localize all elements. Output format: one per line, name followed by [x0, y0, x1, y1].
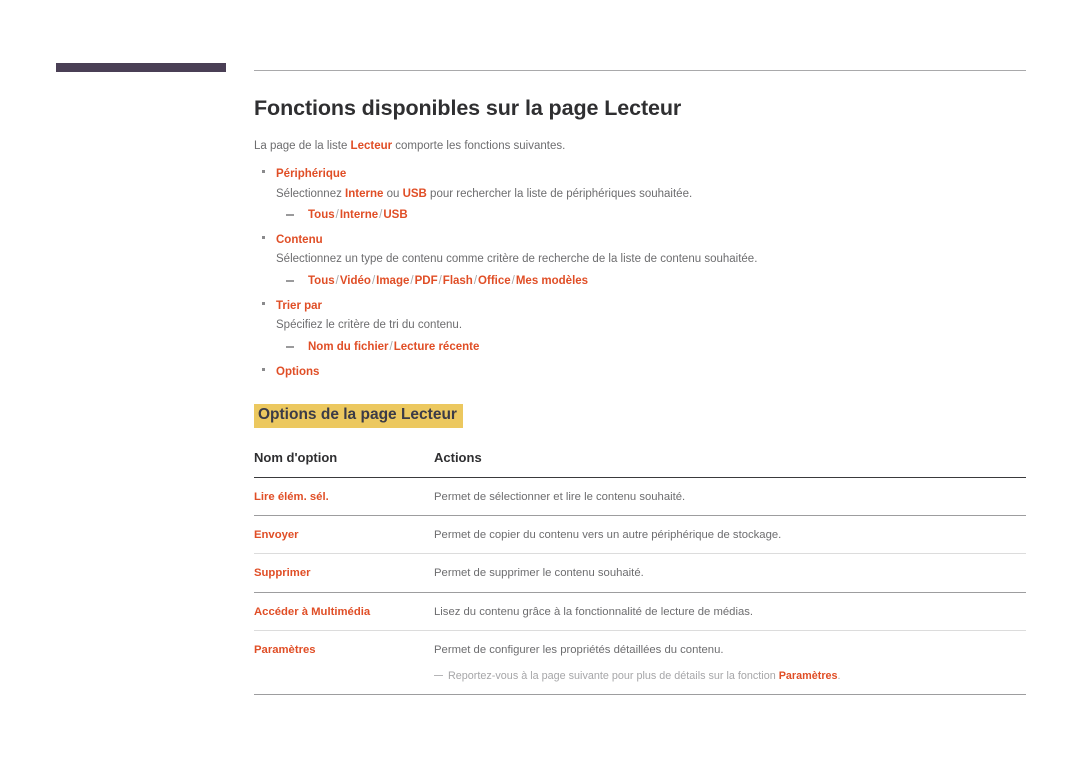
bullet-sub-options: Tous/Vidéo/Image/PDF/Flash/Office/Mes mo…: [286, 273, 1026, 289]
option-action-text: Permet de configurer les propriétés déta…: [434, 644, 724, 657]
header-horizontal-rule: [254, 70, 1026, 71]
option-name: Accéder à Multimédia: [254, 592, 434, 632]
options-table: Nom d'option Actions Lire élém. sél. Per…: [254, 449, 1026, 695]
option-action: Permet de supprimer le contenu souhaité.: [434, 553, 1026, 593]
bullet-sub-options: Tous/Interne/USB: [286, 207, 1026, 223]
desc-accent-part: USB: [402, 187, 427, 200]
sub-option: Image: [376, 275, 410, 288]
bullet-label: Contenu: [276, 234, 323, 247]
sub-option: PDF: [414, 275, 438, 288]
bullet-label: Options: [276, 366, 320, 379]
option-name: Lire élém. sél.: [254, 477, 434, 517]
bullet-label: Trier par: [276, 300, 323, 313]
sub-option: Mes modèles: [515, 275, 589, 288]
intro-text-after: comporte les fonctions suivantes.: [392, 139, 566, 152]
dash-marker-icon: [286, 214, 294, 216]
decorative-purple-bar: [56, 63, 226, 72]
sub-option: Interne: [339, 209, 379, 222]
intro-text-before: La page de la liste: [254, 139, 351, 152]
note-text-before: Reportez-vous à la page suivante pour pl…: [448, 669, 779, 682]
bullet-dot-icon: [262, 170, 265, 173]
dash-marker-icon: [286, 345, 294, 348]
option-name: Paramètres: [254, 630, 434, 695]
table-row: Paramètres Permet de configurer les prop…: [254, 630, 1026, 695]
document-page: Fonctions disponibles sur la page Lecteu…: [0, 0, 1080, 763]
sub-option: Office: [478, 275, 511, 288]
bullet-sub-options: Nom du fichier/Lecture récente: [286, 339, 1026, 355]
option-name: Supprimer: [254, 553, 434, 593]
table-row: Supprimer Permet de supprimer le contenu…: [254, 553, 1026, 593]
sub-option: USB: [383, 209, 408, 222]
note-text-after: .: [837, 669, 841, 682]
page-title: Fonctions disponibles sur la page Lecteu…: [254, 96, 682, 120]
desc-part: Sélectionnez: [276, 187, 346, 200]
desc-part: ou: [383, 187, 403, 200]
column-header-name: Nom d'option: [254, 449, 434, 478]
list-item: Périphérique Sélectionnez Interne ou USB…: [254, 164, 1026, 223]
bullet-dot-icon: [262, 236, 265, 239]
intro-accent-term: Lecteur: [350, 139, 393, 152]
section-subtitle: Options de la page Lecteur: [254, 404, 463, 428]
bullet-dot-icon: [262, 302, 265, 305]
list-item: Options: [254, 362, 1026, 380]
bullet-heading-peripherique: Périphérique: [254, 164, 1026, 182]
sub-option: Nom du fichier: [308, 340, 389, 353]
desc-accent-part: Interne: [345, 187, 384, 200]
sub-option: Tous: [308, 275, 335, 288]
sub-option: Tous: [308, 209, 335, 222]
column-header-actions: Actions: [434, 449, 1026, 478]
note-accent-term: Paramètres: [778, 669, 838, 682]
bullet-description: Spécifiez le critère de tri du contenu.: [276, 319, 463, 332]
bullet-description: Sélectionnez un type de contenu comme cr…: [276, 253, 758, 266]
table-row: Envoyer Permet de copier du contenu vers…: [254, 515, 1026, 555]
sub-option: Vidéo: [339, 275, 371, 288]
bullet-dot-icon: [262, 368, 265, 371]
intro-paragraph: La page de la liste Lecteur comporte les…: [254, 138, 1026, 155]
bullet-heading-trier-par: Trier par: [254, 296, 1026, 314]
option-action: Permet de sélectionner et lire le conten…: [434, 477, 1026, 517]
option-action: Permet de configurer les propriétés déta…: [434, 630, 1026, 695]
list-item: Trier par Spécifiez le critère de tri du…: [254, 296, 1026, 355]
option-action: Permet de copier du contenu vers un autr…: [434, 515, 1026, 555]
desc-part: pour rechercher la liste de périphérique…: [426, 187, 693, 200]
table-row: Accéder à Multimédia Lisez du contenu gr…: [254, 592, 1026, 632]
bullet-heading-contenu: Contenu: [254, 230, 1026, 248]
feature-bullet-list: Périphérique Sélectionnez Interne ou USB…: [254, 164, 1026, 380]
sub-option: Lecture récente: [393, 340, 480, 353]
note-dash-icon: [434, 674, 443, 677]
option-footnote: Reportez-vous à la page suivante pour pl…: [434, 669, 1026, 684]
option-name: Envoyer: [254, 515, 434, 555]
bullet-label: Périphérique: [276, 168, 347, 181]
option-action: Lisez du contenu grâce à la fonctionnali…: [434, 592, 1026, 632]
table-header-row: Nom d'option Actions: [254, 449, 1026, 478]
bullet-heading-options: Options: [254, 362, 1026, 380]
dash-marker-icon: [286, 280, 294, 282]
sub-option: Flash: [442, 275, 473, 288]
bullet-description: Sélectionnez Interne ou USB pour recherc…: [276, 186, 1026, 203]
page-content: Fonctions disponibles sur la page Lecteu…: [254, 96, 1026, 695]
table-row: Lire élém. sél. Permet de sélectionner e…: [254, 477, 1026, 517]
list-item: Contenu Sélectionnez un type de contenu …: [254, 230, 1026, 289]
